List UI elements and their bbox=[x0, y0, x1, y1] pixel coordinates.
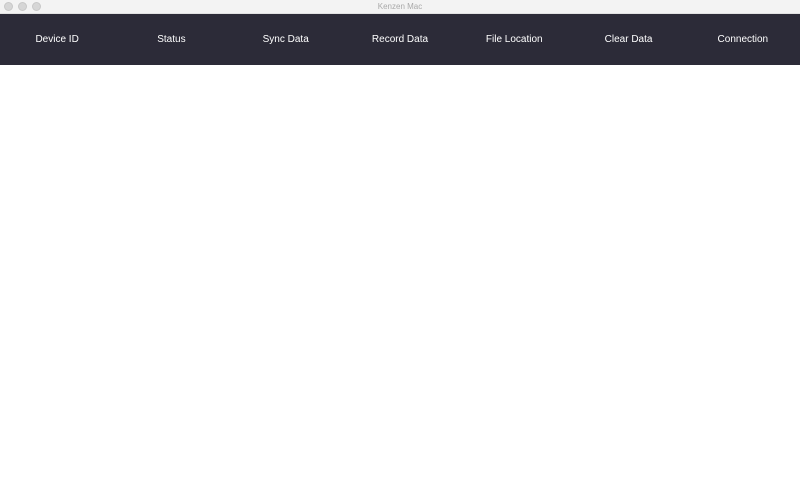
column-header-device-id[interactable]: Device ID bbox=[0, 14, 114, 65]
app-window: Kenzen Mac Device ID Status Sync Data Re… bbox=[0, 0, 800, 500]
column-header-clear-data[interactable]: Clear Data bbox=[571, 14, 685, 65]
title-bar[interactable]: Kenzen Mac bbox=[0, 0, 800, 14]
device-list-area bbox=[0, 65, 800, 500]
table-header: Device ID Status Sync Data Record Data F… bbox=[0, 14, 800, 65]
window-title: Kenzen Mac bbox=[377, 2, 423, 11]
column-header-connection[interactable]: Connection bbox=[686, 14, 800, 65]
column-header-sync-data[interactable]: Sync Data bbox=[229, 14, 343, 65]
column-header-status[interactable]: Status bbox=[114, 14, 228, 65]
column-header-file-location[interactable]: File Location bbox=[457, 14, 571, 65]
column-header-record-data[interactable]: Record Data bbox=[343, 14, 457, 65]
